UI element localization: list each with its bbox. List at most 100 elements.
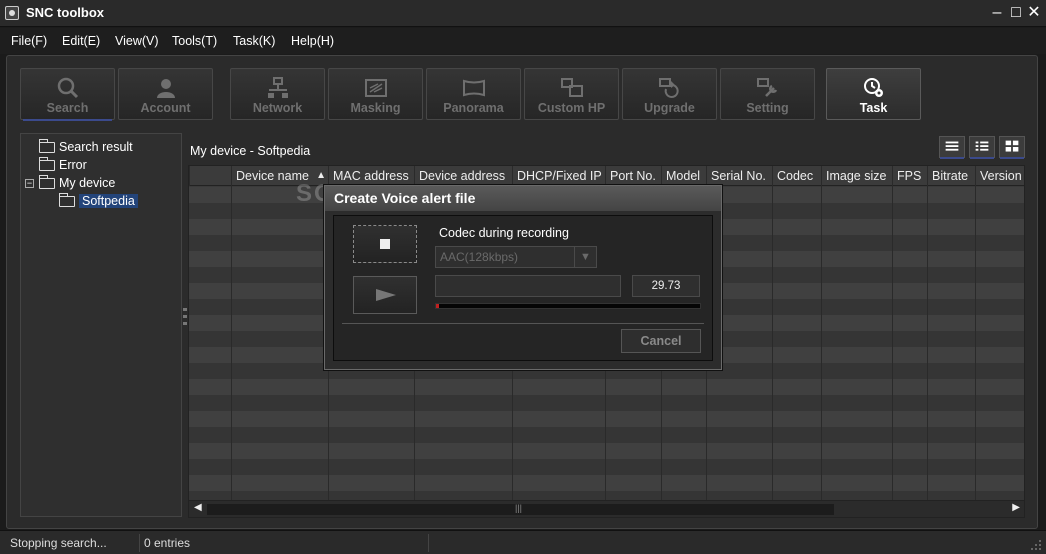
tree-item-label: My device <box>59 176 116 190</box>
resize-grip-icon[interactable] <box>1030 539 1042 551</box>
table-row[interactable] <box>189 443 1024 459</box>
recording-progress <box>435 303 701 309</box>
column-header-serial[interactable]: Serial No. <box>706 166 772 186</box>
close-icon[interactable]: ✕ <box>1025 3 1043 23</box>
custom-hp-button[interactable]: Custom HP <box>524 68 619 120</box>
codec-label: Codec during recording <box>439 226 569 240</box>
column-divider <box>821 186 822 500</box>
column-divider <box>927 186 928 500</box>
column-divider <box>772 186 773 500</box>
dialog-title: Create Voice alert file <box>325 186 721 211</box>
stop-icon <box>380 239 390 249</box>
upgrade-button-label: Upgrade <box>644 101 695 115</box>
table-row[interactable] <box>189 379 1024 395</box>
codec-select[interactable]: AAC(128kbps) ▼ <box>435 246 597 268</box>
chevron-down-icon[interactable]: ▼ <box>574 247 596 267</box>
window-title: SNC toolbox <box>26 5 104 20</box>
column-header-model[interactable]: Model <box>661 166 706 186</box>
scroll-left-icon[interactable]: ◀ <box>194 502 202 513</box>
tree-item-label: Search result <box>59 140 133 154</box>
scroll-right-icon[interactable]: ▶ <box>1012 502 1020 513</box>
maximize-icon[interactable]: □ <box>1007 3 1025 23</box>
search-button[interactable]: Search <box>20 68 115 121</box>
app-camera-icon <box>5 6 19 20</box>
account-button-label: Account <box>140 101 191 115</box>
column-divider <box>231 186 232 500</box>
file-name-field[interactable] <box>435 275 621 297</box>
search-button-label: Search <box>46 101 89 115</box>
play-icon <box>376 289 396 301</box>
stop-button[interactable] <box>353 225 417 263</box>
tree-item-softpedia[interactable]: Softpedia <box>59 192 138 210</box>
table-row[interactable] <box>189 427 1024 443</box>
table-row[interactable] <box>189 459 1024 475</box>
menu-view[interactable]: View(V) <box>115 34 159 48</box>
custom-hp-button-label: Custom HP <box>537 101 606 115</box>
tree-item-error[interactable]: Error <box>39 156 87 174</box>
status-message: Stopping search... <box>10 536 107 550</box>
column-header-dhcp[interactable]: DHCP/Fixed IP <box>512 166 605 186</box>
column-divider <box>892 186 893 500</box>
menu-tools[interactable]: Tools(T) <box>172 34 217 48</box>
column-header-image-size[interactable]: Image size <box>821 166 892 186</box>
column-header-port[interactable]: Port No. <box>605 166 661 186</box>
minimize-icon[interactable]: – <box>988 3 1006 23</box>
menu-bar: File(F) Edit(E) View(V) Tools(T) Task(K)… <box>0 28 1046 54</box>
setting-button[interactable]: Setting <box>720 68 815 120</box>
play-button[interactable] <box>353 276 417 314</box>
panorama-icon <box>462 79 485 97</box>
setting-icon <box>756 78 777 97</box>
user-icon <box>156 79 175 98</box>
entry-count: 0 entries <box>144 536 191 550</box>
table-row[interactable] <box>189 395 1024 411</box>
cancel-button[interactable]: Cancel <box>621 329 701 353</box>
list-title: My device - Softpedia <box>190 144 311 158</box>
task-button[interactable]: Task <box>826 68 921 120</box>
column-header-version[interactable]: Version N <box>975 166 1024 186</box>
horizontal-scrollbar[interactable]: ◀ ||| ▶ <box>189 500 1024 517</box>
splitter-grip-icon[interactable] <box>183 306 187 328</box>
view-details-button[interactable] <box>939 136 965 159</box>
codec-select-value: AAC(128kbps) <box>440 250 519 264</box>
dialog-divider <box>342 323 704 324</box>
view-button-underline <box>970 157 994 159</box>
tree-item-label: Softpedia <box>79 194 138 208</box>
account-button[interactable]: Account <box>118 68 213 120</box>
tree-item-search-result[interactable]: Search result <box>39 138 133 156</box>
folder-icon <box>39 156 55 171</box>
masking-button[interactable]: Masking <box>328 68 423 120</box>
status-divider <box>139 534 140 552</box>
dialog-body: Codec during recording AAC(128kbps) ▼ 29… <box>333 215 713 361</box>
panorama-button[interactable]: Panorama <box>426 68 521 120</box>
view-thumbnail-button[interactable] <box>999 136 1025 159</box>
network-button[interactable]: Network <box>230 68 325 120</box>
folder-icon <box>39 174 55 189</box>
table-row[interactable] <box>189 411 1024 427</box>
status-divider <box>428 534 429 552</box>
column-divider <box>975 186 976 500</box>
upgrade-button[interactable]: Upgrade <box>622 68 717 120</box>
list-view-icon <box>975 141 989 151</box>
menu-file[interactable]: File(F) <box>11 34 47 48</box>
view-button-underline <box>1000 157 1024 159</box>
task-clock-icon <box>863 78 883 97</box>
column-header-fps[interactable]: FPS <box>892 166 927 186</box>
menu-task[interactable]: Task(K) <box>233 34 275 48</box>
network-icon <box>267 77 288 98</box>
custom-hp-icon <box>560 78 583 97</box>
collapse-icon[interactable]: − <box>25 179 34 188</box>
tree-item-my-device[interactable]: My device <box>39 174 115 192</box>
tree-item-label: Error <box>59 158 87 172</box>
folder-icon <box>39 138 55 153</box>
task-button-label: Task <box>859 101 888 115</box>
details-view-icon <box>945 141 959 151</box>
column-header-select[interactable] <box>189 166 231 186</box>
menu-edit[interactable]: Edit(E) <box>62 34 100 48</box>
column-header-bitrate[interactable]: Bitrate <box>927 166 975 186</box>
view-list-button[interactable] <box>969 136 995 159</box>
panorama-button-label: Panorama <box>443 101 504 115</box>
duration-display: 29.73 <box>632 275 700 297</box>
menu-help[interactable]: Help(H) <box>291 34 334 48</box>
table-row[interactable] <box>189 475 1024 491</box>
column-header-codec[interactable]: Codec <box>772 166 821 186</box>
